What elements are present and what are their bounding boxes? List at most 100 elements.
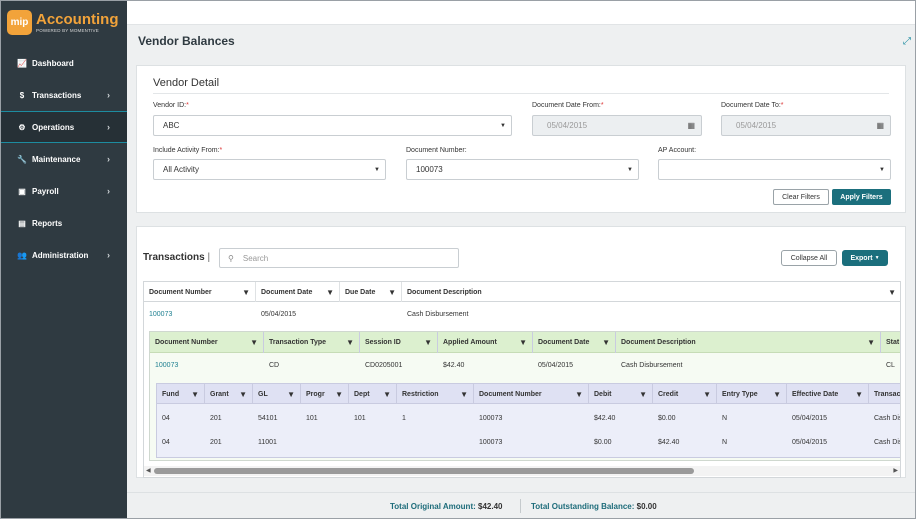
line-item-cell: N <box>722 415 728 422</box>
column-header[interactable]: Effective Date ▼ <box>787 384 869 404</box>
filter-icon[interactable]: ▼ <box>773 390 781 399</box>
sidebar-item-maintenance[interactable]: 🔧 Maintenance › <box>1 143 127 175</box>
horizontal-scrollbar[interactable]: ◀ ▶ <box>144 466 900 476</box>
apply-filters-button[interactable]: Apply Filters <box>832 189 891 205</box>
sidebar-item-payroll[interactable]: ▣ Payroll › <box>1 175 127 207</box>
filter-icon[interactable]: ▼ <box>855 390 863 399</box>
filter-icon[interactable]: ▼ <box>326 288 334 297</box>
vendor-id-select[interactable]: ABC ▼ <box>153 115 512 136</box>
column-header[interactable]: Document Date ▼ <box>533 332 616 353</box>
column-header[interactable]: Fund ▼ <box>157 384 205 404</box>
top-bar <box>127 1 915 25</box>
filter-icon[interactable]: ▼ <box>191 390 199 399</box>
column-header[interactable]: Due Date ▼ <box>340 282 402 302</box>
activity-from-label: Include Activity From:* <box>153 147 223 154</box>
divider <box>153 93 889 94</box>
column-header[interactable]: Document Number ▼ <box>150 332 264 353</box>
column-header[interactable]: GL ▼ <box>253 384 301 404</box>
column-header[interactable]: Restriction ▼ <box>397 384 474 404</box>
filter-icon[interactable]: ▼ <box>424 338 432 347</box>
line-item-cell: 05/04/2015 <box>792 439 828 446</box>
scroll-right-icon[interactable]: ▶ <box>893 467 898 474</box>
column-header[interactable]: Transac <box>869 384 900 404</box>
filter-icon[interactable]: ▼ <box>703 390 711 399</box>
column-header[interactable]: Document Number ▼ <box>144 282 256 302</box>
expand-icon[interactable]: ⤢ <box>903 36 911 47</box>
filter-icon[interactable]: ▼ <box>250 338 258 347</box>
line-item-cell: 101 <box>306 415 318 422</box>
filter-icon[interactable]: ▼ <box>388 288 396 297</box>
column-header[interactable]: Dept ▼ <box>349 384 397 404</box>
line-item-cell: N <box>722 439 728 446</box>
scroll-left-icon[interactable]: ◀ <box>146 467 151 474</box>
column-header-label: GL <box>258 390 268 398</box>
column-header[interactable]: Applied Amount ▼ <box>438 332 533 353</box>
filter-icon[interactable]: ▼ <box>242 288 250 297</box>
scrollbar-thumb[interactable] <box>154 468 694 474</box>
sidebar-item-operations[interactable]: ⚙ Operations › <box>1 111 127 143</box>
filter-icon[interactable]: ▼ <box>239 390 247 399</box>
filter-icon[interactable]: ▼ <box>346 338 354 347</box>
filter-icon[interactable]: ▼ <box>602 338 610 347</box>
sidebar-item-transactions[interactable]: $ Transactions › <box>1 79 127 111</box>
doc-number-link[interactable]: 100073 <box>149 311 172 318</box>
calendar-icon[interactable]: ▦ <box>876 121 884 130</box>
logo-subtitle: POWERED BY MOMENTIVE <box>36 28 99 33</box>
filter-icon[interactable]: ▼ <box>575 390 583 399</box>
column-header[interactable]: Document Description ▼ <box>402 282 900 302</box>
detail-subgrid: Document Number ▼ Transaction Type ▼ Session… <box>149 331 900 461</box>
activity-from-select[interactable]: All Activity ▼ <box>153 159 386 180</box>
column-header[interactable]: Entry Type ▼ <box>717 384 787 404</box>
column-header[interactable]: Stat <box>881 332 900 353</box>
column-header[interactable]: Session ID ▼ <box>360 332 438 353</box>
date-from-field[interactable]: 05/04/2015 ▦ <box>532 115 702 136</box>
chevron-right-icon: › <box>107 90 110 100</box>
filter-icon[interactable]: ▼ <box>383 390 391 399</box>
doc-number-select[interactable]: 100073 ▼ <box>406 159 639 180</box>
ap-account-select[interactable]: ▼ <box>658 159 891 180</box>
column-header[interactable]: Credit ▼ <box>653 384 717 404</box>
export-button[interactable]: Export ▼ <box>842 250 888 266</box>
line-items-subgrid: Fund ▼ Grant ▼ GL ▼ Progr ▼ Dept ▼ Restriction ▼ Doc… <box>156 383 900 458</box>
calendar-icon[interactable]: ▦ <box>687 121 695 130</box>
column-header-label: Effective Date <box>792 390 839 398</box>
date-to-label: Document Date To:* <box>721 102 784 109</box>
document-icon: ▤ <box>18 218 26 228</box>
totals-footer: Total Original Amount: $42.40 Total Outs… <box>127 492 915 518</box>
sidebar-item-administration[interactable]: 👥 Administration › <box>1 239 127 271</box>
filter-icon[interactable]: ▼ <box>460 390 468 399</box>
app-logo[interactable]: mip Accounting POWERED BY MOMENTIVE <box>7 10 119 35</box>
sidebar-item-dashboard[interactable]: 📈 Dashboard <box>1 47 127 79</box>
search-input[interactable]: ⚲ Search <box>219 248 459 268</box>
date-to-field[interactable]: 05/04/2015 ▦ <box>721 115 891 136</box>
line-item-cell: $0.00 <box>658 415 676 422</box>
column-header[interactable]: Grant ▼ <box>205 384 253 404</box>
collapse-all-button[interactable]: Collapse All <box>781 250 837 266</box>
column-header[interactable]: Document Number ▼ <box>474 384 589 404</box>
filter-icon[interactable]: ▼ <box>519 338 527 347</box>
column-header-label: Document Date <box>538 339 590 346</box>
logo-title: Accounting <box>36 11 119 28</box>
column-header[interactable]: Document Date ▼ <box>256 282 340 302</box>
column-header[interactable]: Transaction Type ▼ <box>264 332 360 353</box>
chevron-down-icon: ▼ <box>879 167 885 173</box>
line-item-cell: 201 <box>210 439 222 446</box>
column-header-label: Dept <box>354 390 370 398</box>
clear-filters-button[interactable]: Clear Filters <box>773 189 829 205</box>
column-header-label: Document Description <box>407 288 482 296</box>
logo-badge: mip <box>7 10 32 35</box>
filter-icon[interactable]: ▼ <box>639 390 647 399</box>
filter-icon[interactable]: ▼ <box>335 390 343 399</box>
sidebar-item-reports[interactable]: ▤ Reports <box>1 207 127 239</box>
filter-icon[interactable]: ▼ <box>287 390 295 399</box>
sub-doc-link[interactable]: 100073 <box>155 362 178 369</box>
filter-icon[interactable]: ▼ <box>867 338 875 347</box>
column-header[interactable]: Progr ▼ <box>301 384 349 404</box>
vendor-detail-card: Vendor Detail Vendor ID:* ABC ▼ Document … <box>136 65 906 213</box>
filter-icon[interactable]: ▼ <box>888 288 896 297</box>
column-header-label: Progr <box>306 390 325 398</box>
transactions-title: Transactions | <box>143 252 211 263</box>
column-header[interactable]: Debit ▼ <box>589 384 653 404</box>
column-header[interactable]: Document Description ▼ <box>616 332 881 353</box>
sidebar-item-label: Transactions <box>32 90 82 100</box>
